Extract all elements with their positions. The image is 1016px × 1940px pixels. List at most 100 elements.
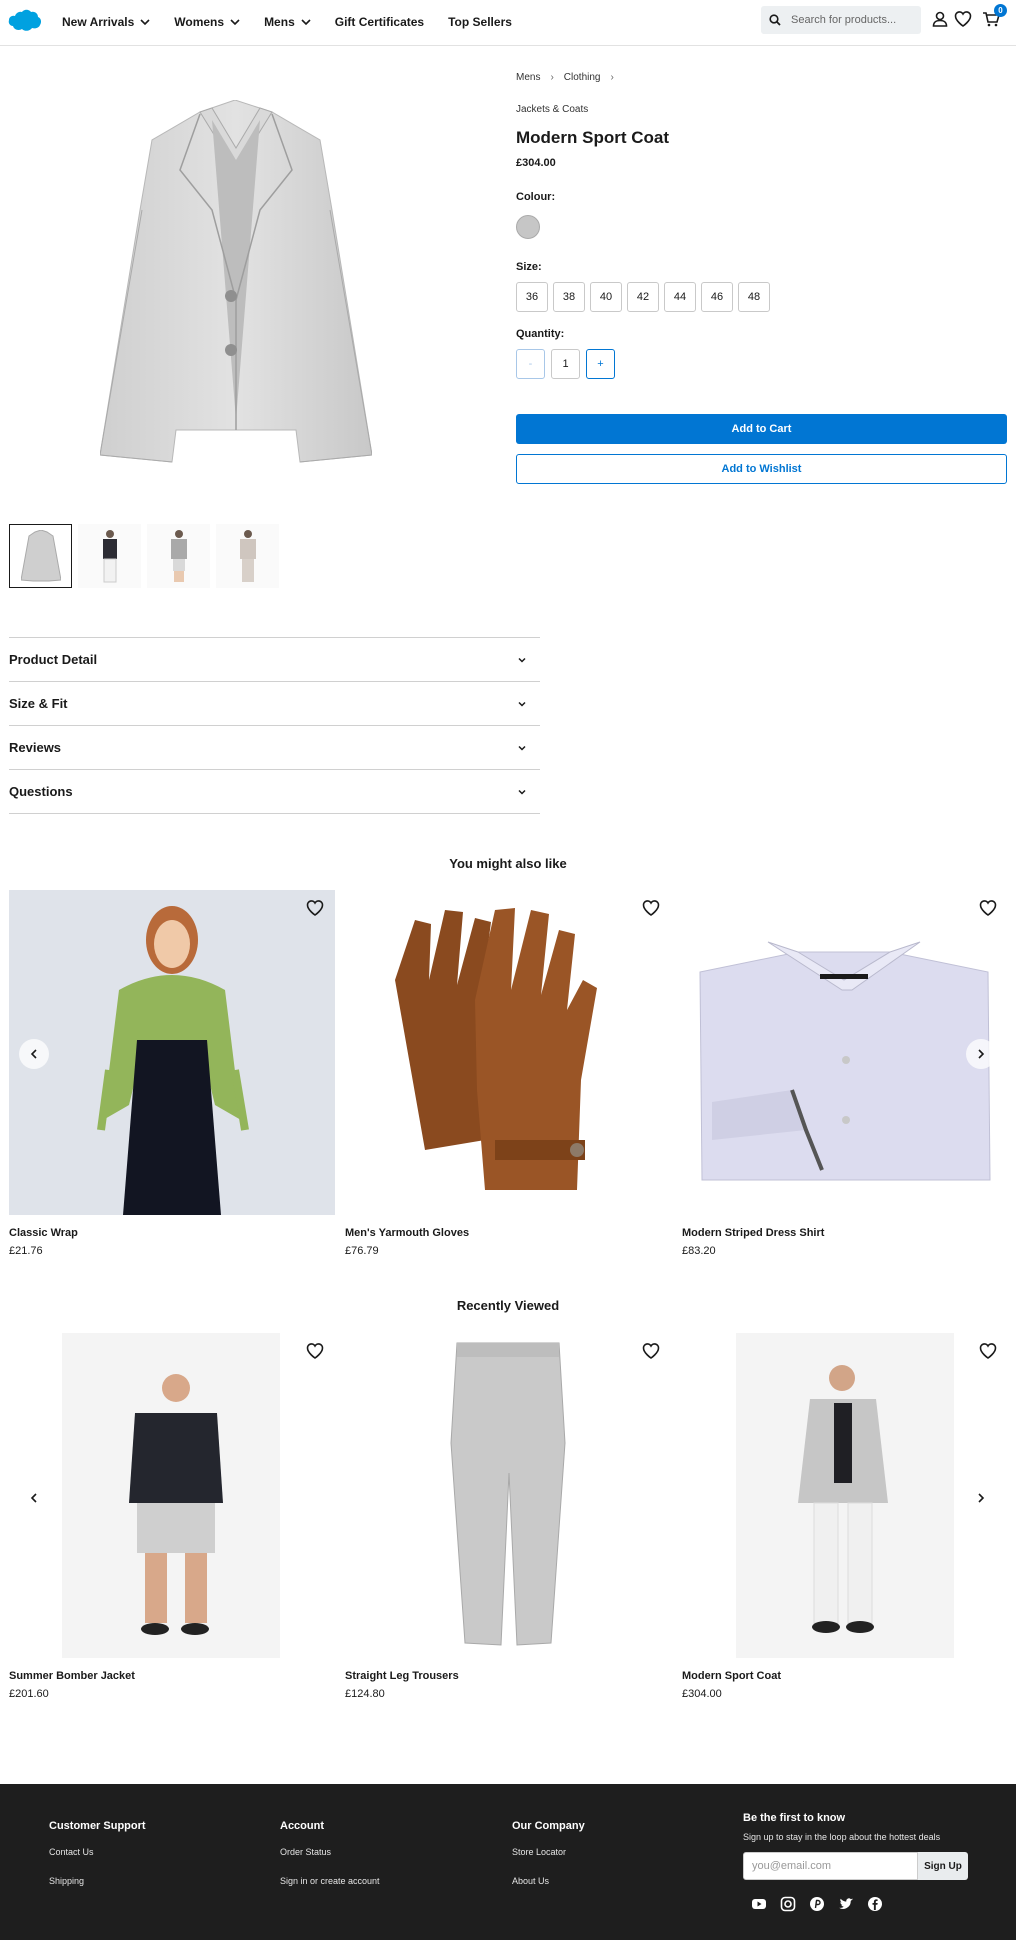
youtube-icon[interactable] bbox=[751, 1896, 767, 1912]
facebook-icon[interactable] bbox=[867, 1896, 883, 1912]
twitter-icon[interactable] bbox=[838, 1896, 854, 1912]
colour-label: Colour: bbox=[516, 191, 556, 203]
product-card[interactable]: Straight Leg Trousers £124.80 bbox=[345, 1333, 671, 1700]
product-card-price: £83.20 bbox=[682, 1245, 716, 1257]
accordion-size-fit[interactable]: Size & Fit bbox=[9, 682, 540, 726]
thumbnail-3[interactable] bbox=[147, 524, 210, 588]
size-selector: 36 38 40 42 44 46 48 bbox=[516, 282, 1008, 312]
footer-link[interactable]: Sign in or create account bbox=[280, 1876, 380, 1886]
accordion-label: Reviews bbox=[9, 740, 62, 755]
nav-mens[interactable]: Mens bbox=[264, 15, 311, 29]
product-card-name[interactable]: Men's Yarmouth Gloves bbox=[345, 1227, 671, 1239]
product-category: Jackets & Coats bbox=[516, 104, 589, 115]
nav-new-arrivals[interactable]: New Arrivals bbox=[62, 15, 150, 29]
footer-link[interactable]: About Us bbox=[512, 1876, 585, 1886]
colour-swatch-grey[interactable] bbox=[516, 215, 540, 239]
newsletter-signup-button[interactable]: Sign Up bbox=[918, 1852, 968, 1880]
wishlist-heart-icon[interactable] bbox=[978, 898, 998, 918]
add-to-cart-button[interactable]: Add to Cart bbox=[516, 414, 1007, 444]
size-option[interactable]: 38 bbox=[553, 282, 585, 312]
accordion-questions[interactable]: Questions bbox=[9, 770, 540, 814]
product-card-image[interactable] bbox=[9, 1333, 335, 1658]
chevron-down-icon bbox=[301, 19, 311, 26]
quantity-increment-button[interactable]: + bbox=[586, 349, 615, 379]
product-card-image[interactable] bbox=[682, 1333, 1008, 1658]
size-option[interactable]: 42 bbox=[627, 282, 659, 312]
chevron-down-icon bbox=[518, 657, 526, 663]
product-card-price: £124.80 bbox=[345, 1688, 385, 1700]
size-option[interactable]: 46 bbox=[701, 282, 733, 312]
jacket-thumbnail-image bbox=[20, 530, 61, 582]
quantity-decrement-button[interactable]: - bbox=[516, 349, 545, 379]
breadcrumb-mens[interactable]: Mens bbox=[516, 72, 540, 83]
site-footer: Customer Support Contact Us Shipping Acc… bbox=[0, 1784, 1016, 1940]
product-card[interactable]: Modern Sport Coat £304.00 bbox=[682, 1333, 1008, 1700]
product-card[interactable]: Summer Bomber Jacket £201.60 bbox=[9, 1333, 335, 1700]
product-card-name[interactable]: Straight Leg Trousers bbox=[345, 1670, 671, 1682]
accordion-reviews[interactable]: Reviews bbox=[9, 726, 540, 770]
carousel-next-button[interactable] bbox=[966, 1483, 996, 1513]
footer-heading: Our Company bbox=[512, 1820, 585, 1832]
pinterest-icon[interactable] bbox=[809, 1896, 825, 1912]
thumbnail-4[interactable] bbox=[216, 524, 279, 588]
breadcrumb-clothing[interactable]: Clothing bbox=[564, 72, 601, 83]
carousel-prev-button[interactable] bbox=[19, 1483, 49, 1513]
carousel-next-button[interactable] bbox=[966, 1039, 996, 1069]
product-card-price: £76.79 bbox=[345, 1245, 379, 1257]
footer-link[interactable]: Order Status bbox=[280, 1847, 380, 1857]
wishlist-heart-icon[interactable] bbox=[641, 1341, 661, 1361]
product-card-image[interactable] bbox=[9, 890, 335, 1215]
account-icon[interactable] bbox=[930, 9, 950, 29]
wishlist-heart-icon[interactable] bbox=[305, 1341, 325, 1361]
chevron-down-icon bbox=[518, 789, 526, 795]
nav-label: Mens bbox=[264, 15, 295, 29]
product-card-name[interactable]: Modern Striped Dress Shirt bbox=[682, 1227, 1008, 1239]
search-input[interactable] bbox=[791, 14, 911, 26]
newsletter-form: you@email.com Sign Up bbox=[743, 1852, 983, 1880]
carousel-prev-button[interactable] bbox=[19, 1039, 49, 1069]
thumbnail-2[interactable] bbox=[78, 524, 141, 588]
newsletter-email-input[interactable]: you@email.com bbox=[743, 1852, 918, 1880]
thumbnail-1[interactable] bbox=[9, 524, 72, 588]
quantity-value[interactable]: 1 bbox=[551, 349, 580, 379]
chevron-right-icon: › bbox=[550, 72, 554, 83]
footer-link[interactable]: Contact Us bbox=[49, 1847, 146, 1857]
product-card-image[interactable] bbox=[682, 890, 1008, 1215]
wishlist-heart-icon[interactable] bbox=[305, 898, 325, 918]
size-option[interactable]: 48 bbox=[738, 282, 770, 312]
nav-gift-certificates[interactable]: Gift Certificates bbox=[335, 15, 424, 29]
wishlist-heart-icon[interactable] bbox=[978, 1341, 998, 1361]
product-card-name[interactable]: Summer Bomber Jacket bbox=[9, 1670, 335, 1682]
size-option[interactable]: 44 bbox=[664, 282, 696, 312]
nav-womens[interactable]: Womens bbox=[174, 15, 240, 29]
footer-link[interactable]: Store Locator bbox=[512, 1847, 585, 1857]
chevron-left-icon bbox=[30, 1493, 37, 1503]
size-option[interactable]: 36 bbox=[516, 282, 548, 312]
product-card-name[interactable]: Classic Wrap bbox=[9, 1227, 335, 1239]
chevron-down-icon bbox=[518, 745, 526, 751]
product-card[interactable]: Modern Striped Dress Shirt £83.20 bbox=[682, 890, 1008, 1257]
product-title: Modern Sport Coat bbox=[516, 128, 669, 147]
product-card[interactable]: Men's Yarmouth Gloves £76.79 bbox=[345, 890, 671, 1257]
footer-link[interactable]: Shipping bbox=[49, 1876, 146, 1886]
accordion-product-detail[interactable]: Product Detail bbox=[9, 638, 540, 682]
instagram-icon[interactable] bbox=[780, 1896, 796, 1912]
product-card-name[interactable]: Modern Sport Coat bbox=[682, 1670, 1008, 1682]
wishlist-heart-icon[interactable] bbox=[953, 9, 973, 29]
product-card-image[interactable] bbox=[345, 1333, 671, 1658]
model-thumbnail-image bbox=[102, 530, 117, 583]
product-card[interactable]: Classic Wrap £21.76 bbox=[9, 890, 335, 1257]
product-card-image[interactable] bbox=[345, 890, 671, 1215]
product-info: Mens › Clothing › Jackets & Coats Modern… bbox=[516, 72, 1008, 379]
product-main-image[interactable] bbox=[100, 100, 372, 465]
search-box[interactable] bbox=[761, 6, 921, 34]
size-option[interactable]: 40 bbox=[590, 282, 622, 312]
wishlist-heart-icon[interactable] bbox=[641, 898, 661, 918]
breadcrumb: Mens › Clothing › bbox=[516, 72, 1008, 83]
gloves-image bbox=[395, 908, 597, 1190]
salesforce-logo[interactable] bbox=[8, 8, 42, 34]
recently-viewed-title: Recently Viewed bbox=[456, 1298, 560, 1313]
nav-top-sellers[interactable]: Top Sellers bbox=[448, 15, 512, 29]
add-to-wishlist-button[interactable]: Add to Wishlist bbox=[516, 454, 1007, 484]
footer-column-account: Account Order Status Sign in or create a… bbox=[280, 1820, 380, 1886]
